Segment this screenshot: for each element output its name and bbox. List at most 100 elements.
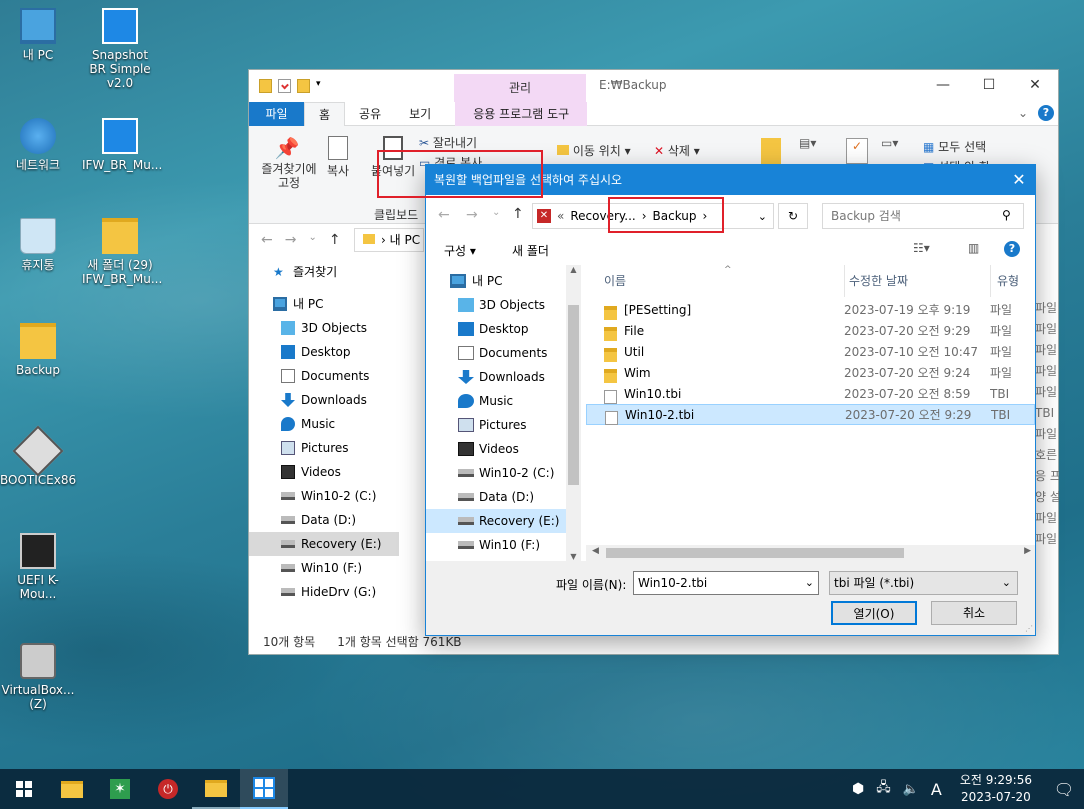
- tree-scrollbar[interactable]: ▲ ▼: [566, 265, 581, 561]
- dialog-tree-item[interactable]: Music: [426, 389, 581, 413]
- dialog-tree-item[interactable]: Data (D:): [426, 485, 581, 509]
- file-row[interactable]: Wim 2023-07-20 오전 9:24 파일: [586, 362, 1035, 383]
- dialog-up-icon[interactable]: ↑: [512, 206, 524, 222]
- dialog-close-icon[interactable]: ✕: [1003, 165, 1035, 195]
- notification-icon[interactable]: 🗨: [1044, 780, 1084, 799]
- dialog-search-input[interactable]: Backup 검색: [822, 203, 1024, 229]
- desktop-icon-item[interactable]: UEFI K-Mou...: [0, 533, 76, 601]
- dialog-tree-item[interactable]: Win10 (F:): [426, 533, 581, 557]
- explorer-tree-item[interactable]: Downloads: [249, 388, 399, 412]
- col-type[interactable]: 유형: [990, 265, 1030, 297]
- desktop-icon-item[interactable]: VirtualBox... (Z): [0, 643, 76, 711]
- taskbar-power[interactable]: ⏻: [144, 769, 192, 809]
- dialog-help-icon[interactable]: ?: [1004, 241, 1020, 257]
- new-folder-icon[interactable]: [297, 79, 310, 93]
- explorer-tree-item[interactable]: Win10 (F:): [249, 556, 399, 580]
- col-date[interactable]: 수정한 날짜: [844, 265, 990, 297]
- open-button[interactable]: 열기(O): [831, 601, 917, 625]
- tab-share[interactable]: 공유: [345, 102, 395, 126]
- cut-button[interactable]: ✂ 잘라내기: [419, 134, 477, 151]
- minimize-icon[interactable]: —: [920, 70, 966, 100]
- folder-small-icon[interactable]: [259, 79, 272, 93]
- explorer-tree-item[interactable]: HideDrv (G:): [249, 580, 399, 604]
- pin-button[interactable]: 📌 즐겨찾기에 고정: [257, 136, 317, 190]
- taskbar-explorer[interactable]: [48, 769, 96, 809]
- help-icon[interactable]: ?: [1038, 105, 1054, 121]
- open-icon[interactable]: ▭▾: [881, 136, 898, 150]
- taskbar-app-green[interactable]: ✶: [96, 769, 144, 809]
- desktop-icon-item[interactable]: 새 폴더 (29) IFW_BR_Mu...: [82, 218, 162, 286]
- start-button[interactable]: [0, 769, 48, 809]
- file-hscrollbar[interactable]: ◀ ▶: [586, 545, 1035, 561]
- dialog-tree-item[interactable]: Videos: [426, 437, 581, 461]
- select-all-button[interactable]: ▦ 모두 선택: [923, 138, 986, 155]
- new-folder-big-icon[interactable]: [761, 138, 781, 164]
- address-dropdown-icon[interactable]: ⌄: [758, 210, 767, 223]
- explorer-tree-item[interactable]: 3D Objects: [249, 316, 399, 340]
- file-row[interactable]: [PESetting] 2023-07-19 오후 9:19 파일: [586, 299, 1035, 320]
- qat-dropdown-icon[interactable]: ▾: [316, 79, 326, 93]
- delete-button[interactable]: ✕ 삭제 ▾: [654, 142, 700, 159]
- network-tray-icon[interactable]: 🖧: [876, 778, 891, 800]
- filename-input[interactable]: Win10-2.tbi ⌄: [633, 571, 819, 595]
- explorer-tree-item[interactable]: Documents: [249, 364, 399, 388]
- desktop-icon-item[interactable]: BOOTICEx86: [0, 425, 76, 487]
- dialog-tree-item[interactable]: 3D Objects: [426, 293, 581, 317]
- explorer-titlebar[interactable]: ▾ 관리 E:₩Backup — ☐ ✕: [249, 70, 1058, 102]
- filename-dropdown-icon[interactable]: ⌄: [805, 572, 814, 594]
- properties-big-icon[interactable]: ✓: [846, 138, 868, 164]
- explorer-tree-item[interactable]: Music: [249, 412, 399, 436]
- desktop-icon-item[interactable]: IFW_BR_Mu...: [82, 118, 162, 172]
- close-icon[interactable]: ✕: [1012, 70, 1058, 100]
- properties-icon[interactable]: [278, 79, 291, 93]
- dialog-tree-item[interactable]: Documents: [426, 341, 581, 365]
- explorer-tree-item[interactable]: ★ 즐겨찾기: [249, 260, 399, 284]
- dialog-tree-item[interactable]: Downloads: [426, 365, 581, 389]
- tab-file[interactable]: 파일: [249, 101, 304, 126]
- desktop-icon-item[interactable]: 내 PC: [0, 8, 76, 62]
- desktop-icon-item[interactable]: 네트워크: [0, 118, 76, 172]
- manage-context-tab[interactable]: 관리: [454, 74, 586, 102]
- move-to-button[interactable]: 이동 위치 ▾: [557, 142, 631, 159]
- file-row[interactable]: Win10.tbi 2023-07-20 오전 8:59 TBI: [586, 383, 1035, 404]
- chevron-down-icon[interactable]: ⌄: [308, 232, 316, 248]
- dialog-forward-icon[interactable]: →: [466, 207, 478, 223]
- tab-view[interactable]: 보기: [395, 102, 445, 126]
- clock[interactable]: 오전 9:29:56 2023-07-20: [960, 772, 1032, 806]
- forward-arrow-icon[interactable]: →: [285, 232, 297, 248]
- dialog-tree-item[interactable]: Pictures: [426, 413, 581, 437]
- explorer-tree-item[interactable]: Desktop: [249, 340, 399, 364]
- new-folder-button[interactable]: 새 폴더: [512, 242, 549, 259]
- desktop-icon-item[interactable]: 휴지통: [0, 218, 76, 272]
- resize-grip-icon[interactable]: ⋰: [1025, 624, 1033, 633]
- view-options-icon[interactable]: ☷▾: [913, 241, 930, 255]
- explorer-address-bar[interactable]: › 내 PC: [354, 228, 424, 252]
- explorer-tree-item[interactable]: Data (D:): [249, 508, 399, 532]
- taskbar-explorer-2[interactable]: [192, 769, 240, 809]
- back-arrow-icon[interactable]: ←: [261, 232, 273, 248]
- desktop-icon-item[interactable]: Backup: [0, 323, 76, 377]
- explorer-tree-item[interactable]: 내 PC: [249, 292, 399, 316]
- cancel-button[interactable]: 취소: [931, 601, 1017, 625]
- up-arrow-icon[interactable]: ↑: [329, 232, 341, 248]
- preview-pane-icon[interactable]: ▥: [968, 241, 979, 255]
- ime-indicator[interactable]: A: [931, 780, 942, 799]
- file-row[interactable]: Util 2023-07-10 오전 10:47 파일: [586, 341, 1035, 362]
- explorer-tree-item[interactable]: Pictures: [249, 436, 399, 460]
- explorer-tree-item[interactable]: Recovery (E:): [249, 532, 399, 556]
- dialog-tree-item[interactable]: Win10-2 (C:): [426, 461, 581, 485]
- file-row[interactable]: Win10-2.tbi 2023-07-20 오전 9:29 TBI: [586, 404, 1035, 425]
- new-item-icon[interactable]: ▤▾: [799, 136, 816, 150]
- maximize-icon[interactable]: ☐: [966, 70, 1012, 100]
- dialog-tree-item[interactable]: Recovery (E:): [426, 509, 581, 533]
- file-type-select[interactable]: tbi 파일 (*.tbi) ⌄: [829, 571, 1018, 595]
- explorer-tree-item[interactable]: Win10-2 (C:): [249, 484, 399, 508]
- desktop-icon-item[interactable]: Snapshot BR Simple v2.0: [82, 8, 158, 90]
- open-file-dialog[interactable]: 복원할 백업파일을 선택하여 주십시오 ✕ ← → ⌄ ↑ ✕ « Recove…: [425, 164, 1036, 636]
- app-tray-icon[interactable]: ⬢: [852, 781, 864, 797]
- dialog-back-icon[interactable]: ←: [438, 207, 450, 223]
- volume-icon[interactable]: 🔈: [903, 782, 919, 797]
- collapse-ribbon-icon[interactable]: ⌄: [1018, 106, 1028, 120]
- col-name[interactable]: 이름: [586, 272, 844, 289]
- dialog-tree-item[interactable]: 내 PC: [426, 269, 581, 293]
